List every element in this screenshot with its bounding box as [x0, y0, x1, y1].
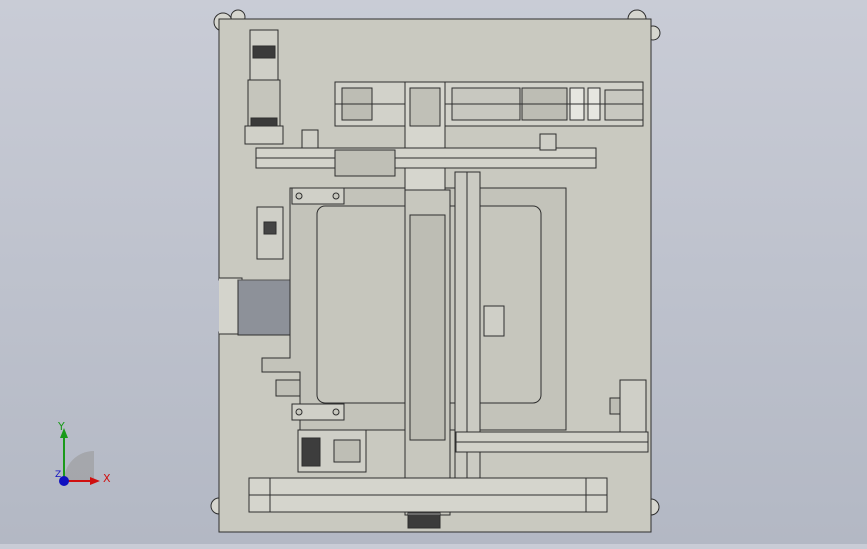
- cad-drawing: [59, 9, 661, 533]
- axis-z-label: Z: [55, 470, 62, 480]
- coordinate-triad: [59, 428, 100, 486]
- axis-y-label: Y: [58, 420, 65, 433]
- axis-x-label: X: [103, 472, 111, 485]
- cad-viewport[interactable]: [0, 0, 867, 544]
- sensor-block: [483, 305, 505, 337]
- lower-right-motor: [619, 379, 647, 433]
- base-cutout: [237, 279, 293, 336]
